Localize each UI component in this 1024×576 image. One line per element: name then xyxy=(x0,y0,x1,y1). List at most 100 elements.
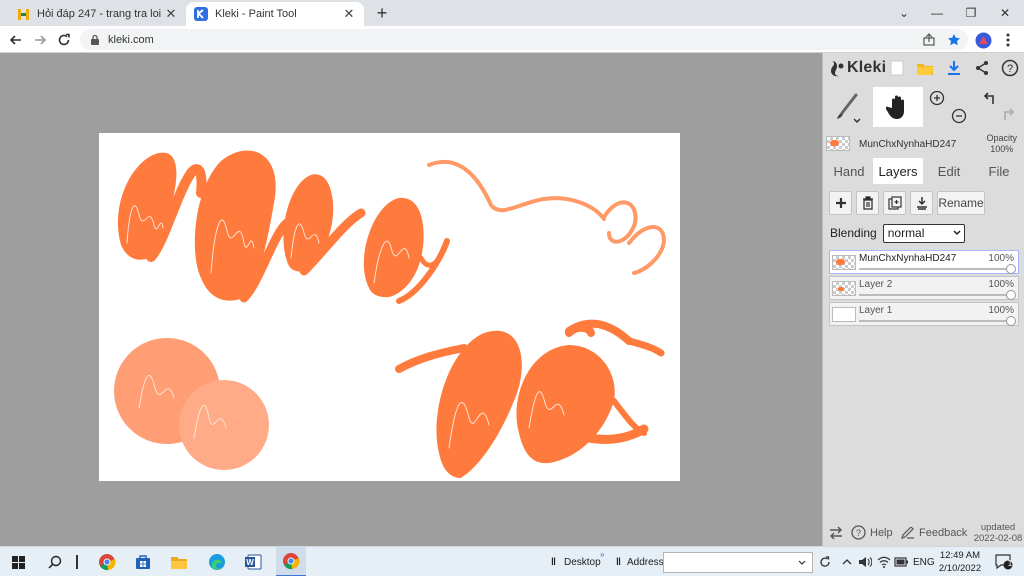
start-button[interactable] xyxy=(6,547,30,576)
opacity-slider-track[interactable] xyxy=(859,320,1012,322)
add-layer-button[interactable] xyxy=(829,191,852,215)
address-bar[interactable]: kleki.com xyxy=(80,29,968,50)
delete-layer-button[interactable] xyxy=(856,191,879,215)
merge-down-icon xyxy=(916,197,927,210)
chrome-taskbar-icon[interactable] xyxy=(94,547,120,576)
layer-item[interactable]: Layer 1 100% xyxy=(829,302,1019,326)
merge-down-button[interactable] xyxy=(910,191,933,215)
drawing-canvas[interactable] xyxy=(99,133,680,481)
back-icon[interactable] xyxy=(6,30,26,50)
download-icon[interactable] xyxy=(944,58,964,78)
undo-icon[interactable] xyxy=(979,87,999,109)
opacity-label: Opacity xyxy=(986,133,1017,143)
opacity-slider-track[interactable] xyxy=(859,268,1012,270)
restore-icon[interactable]: ❐ xyxy=(956,3,986,23)
lock-icon xyxy=(91,34,99,45)
h247-icon xyxy=(16,7,30,21)
open-folder-icon[interactable] xyxy=(915,58,935,78)
word-taskbar-icon[interactable]: W xyxy=(240,547,266,576)
updated-label: updated xyxy=(980,521,1016,533)
close-icon[interactable]: ✕ xyxy=(164,6,178,21)
svg-text:?: ? xyxy=(856,528,861,538)
blending-label: Blending xyxy=(830,226,877,240)
toolbar-grip: ‖ xyxy=(551,556,556,568)
tool-row xyxy=(823,87,1024,127)
blending-row: Blending normal xyxy=(830,223,1020,243)
tab-search-icon[interactable]: ⌄ xyxy=(889,3,919,23)
chrome-active-taskbar-icon[interactable] xyxy=(276,547,306,576)
tab-hoidap247[interactable]: Hỏi đáp 247 - trang tra loi ✕ xyxy=(8,2,186,26)
canvas-workspace[interactable] xyxy=(0,53,822,546)
address-label: Address xyxy=(626,556,664,568)
kleki-icon xyxy=(194,7,208,21)
current-layer-thumbnail xyxy=(826,136,850,151)
hand-tool[interactable] xyxy=(873,87,923,127)
screen: Hỏi đáp 247 - trang tra loi ✕ Kleki - Pa… xyxy=(0,0,1024,576)
window-close-icon[interactable]: ✕ xyxy=(990,3,1020,23)
brand-row: Kleki ? xyxy=(823,53,1024,83)
artwork xyxy=(114,150,667,478)
redo-icon[interactable] xyxy=(999,103,1019,125)
layer-item[interactable]: MunChxNynhaHD247 100% xyxy=(829,250,1019,274)
svg-text:?: ? xyxy=(1007,63,1013,75)
search-icon[interactable] xyxy=(44,547,66,576)
taskbar-clock[interactable]: 12:49 AM 2/10/2022 xyxy=(934,549,986,575)
reload-icon[interactable] xyxy=(54,30,74,50)
toolbar-expand-icon[interactable]: » xyxy=(600,539,604,569)
opacity-slider-handle[interactable] xyxy=(1006,316,1016,326)
help-link[interactable]: ? Help xyxy=(851,519,893,546)
new-image-icon[interactable] xyxy=(887,58,907,78)
tray-expand-icon[interactable] xyxy=(840,547,854,576)
share-icon[interactable] xyxy=(920,31,938,49)
battery-icon[interactable] xyxy=(893,547,909,576)
opacity-slider-handle[interactable] xyxy=(1006,290,1016,300)
tab-edit[interactable]: Edit xyxy=(925,158,973,184)
desktop-toolbar[interactable]: ‖ Desktop xyxy=(551,547,601,576)
tab-hand[interactable]: Hand xyxy=(825,158,873,184)
rename-button[interactable]: Rename xyxy=(937,191,985,215)
volume-icon[interactable] xyxy=(856,547,874,576)
address-toolbar: ‖ Address xyxy=(616,547,664,576)
store-taskbar-icon[interactable] xyxy=(130,547,156,576)
close-icon[interactable]: ✕ xyxy=(342,6,356,21)
opacity-slider-handle[interactable] xyxy=(1006,264,1016,274)
zoom-out-icon[interactable] xyxy=(949,105,969,127)
new-tab-button[interactable]: + xyxy=(372,4,392,24)
bookmark-star-icon[interactable] xyxy=(945,31,963,49)
browser-tab-strip: Hỏi đáp 247 - trang tra loi ✕ Kleki - Pa… xyxy=(0,0,1024,26)
feedback-link[interactable]: Feedback xyxy=(901,519,967,546)
layer-list: MunChxNynhaHD247 100% Layer 2 100% Layer… xyxy=(829,250,1019,328)
language-indicator[interactable]: ENG xyxy=(913,547,935,576)
swap-sides-icon[interactable] xyxy=(828,519,844,546)
kleki-side-panel: Kleki ? MunChxNynhaHD247 Opacity 100% Ha… xyxy=(822,53,1024,546)
kleki-logo-icon xyxy=(831,61,844,77)
brush-tool[interactable] xyxy=(823,87,871,127)
wifi-icon[interactable] xyxy=(876,547,892,576)
task-view-icon[interactable] xyxy=(70,547,84,576)
blending-select[interactable]: normal xyxy=(882,223,965,243)
minimize-icon[interactable]: — xyxy=(922,3,952,23)
menu-dots-icon[interactable] xyxy=(999,31,1017,49)
notification-center-icon[interactable]: 1 xyxy=(992,547,1016,576)
panel-footer: ? Help Feedback updated 2022-02-08 xyxy=(823,519,1024,546)
updated-info: updated 2022-02-08 xyxy=(973,519,1023,546)
tab-layers[interactable]: Layers xyxy=(873,158,923,184)
file-explorer-icon[interactable] xyxy=(166,547,192,576)
profile-avatar[interactable] xyxy=(974,31,992,49)
toolbar-grip: ‖ xyxy=(616,556,621,568)
duplicate-layer-button[interactable] xyxy=(883,191,906,215)
chevron-down-icon xyxy=(953,230,961,236)
layer-item[interactable]: Layer 2 100% xyxy=(829,276,1019,300)
share-icon[interactable] xyxy=(972,58,992,78)
opacity-slider-track[interactable] xyxy=(859,294,1012,296)
layer-thumbnail xyxy=(832,255,856,270)
tab-kleki[interactable]: Kleki - Paint Tool ✕ xyxy=(186,2,364,26)
taskbar-address-input[interactable] xyxy=(663,552,813,573)
tab-file[interactable]: File xyxy=(975,158,1023,184)
go-refresh-icon[interactable] xyxy=(816,547,834,576)
forward-icon[interactable] xyxy=(30,30,50,50)
help-icon[interactable]: ? xyxy=(1000,58,1020,78)
zoom-in-icon[interactable] xyxy=(927,87,947,109)
browser-toolbar: kleki.com xyxy=(0,26,1024,53)
edge-taskbar-icon[interactable] xyxy=(204,547,230,576)
